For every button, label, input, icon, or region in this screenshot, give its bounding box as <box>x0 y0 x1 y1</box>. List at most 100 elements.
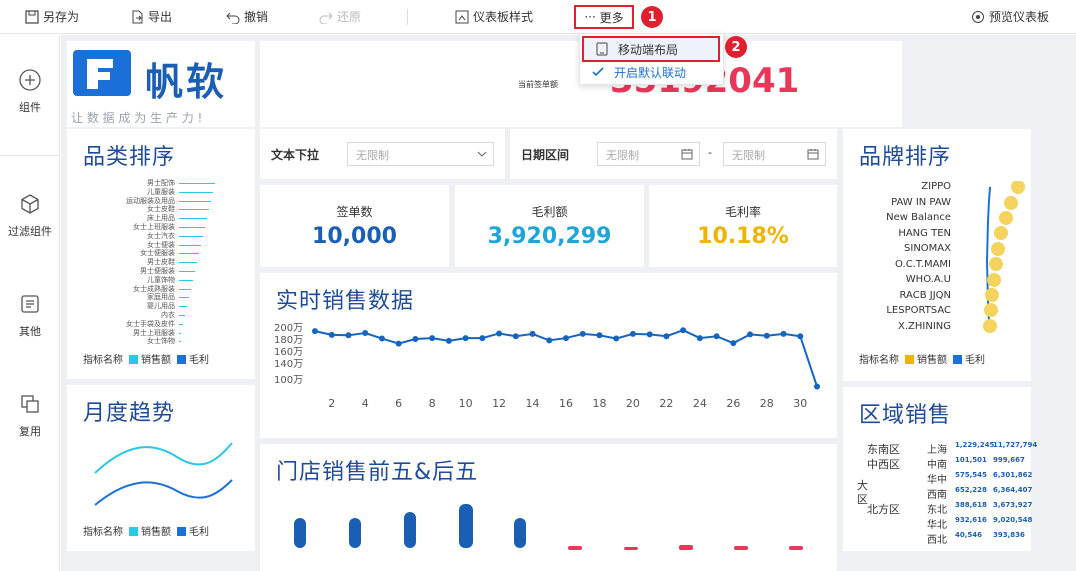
category-bar <box>179 218 207 220</box>
data-point <box>713 333 720 340</box>
reuse-label: 复用 <box>19 425 41 438</box>
components-button[interactable]: 组件 <box>0 69 60 115</box>
save-as-button[interactable]: 另存为 <box>25 8 79 25</box>
brand-sales-dot <box>985 288 999 302</box>
brand-label: PAW IN PAW <box>891 196 951 208</box>
ellipsis-icon: ··· <box>584 10 600 24</box>
dashboard-style-button[interactable]: 仪表板样式 <box>455 8 533 25</box>
export-button[interactable]: 导出 <box>130 8 172 25</box>
category-bar <box>179 341 181 343</box>
brand-label: HANG TEN <box>898 227 951 239</box>
date-start-value: 无限制 <box>606 149 639 162</box>
data-point <box>763 332 770 339</box>
store-bar <box>568 546 582 550</box>
region-value-a: 101,501 <box>955 456 987 464</box>
monthly-title: 月度趋势 <box>83 401 176 426</box>
redo-button[interactable]: 还原 <box>319 8 361 25</box>
region-row: 华北 932,616 9,020,548 <box>867 514 1033 531</box>
category-row: 家庭用品 <box>67 293 255 302</box>
date-end-value: 无限制 <box>732 149 765 162</box>
region-value-b: 6,364,407 <box>993 486 1033 494</box>
text-filter-label: 文本下拉 <box>271 148 320 162</box>
legend-profit: 毛利 <box>177 351 209 366</box>
y-tick-label: 200万 <box>274 323 303 334</box>
data-point <box>613 335 620 342</box>
category-row: 床上用品 <box>67 214 255 223</box>
data-point <box>345 332 352 339</box>
data-point <box>747 331 754 338</box>
monthly-sales-line <box>94 442 233 474</box>
mobile-layout-menu-item[interactable]: 移动端布局 <box>582 36 720 62</box>
left-panel: 组件 过滤组件 其他 复用 <box>0 35 60 571</box>
realtime-title: 实时销售数据 <box>276 289 415 314</box>
legend-title: 指标名称 <box>83 355 123 366</box>
category-row: 女士汽衣 <box>67 232 255 241</box>
more-label: 更多 <box>599 10 624 25</box>
date-filter-card: 日期区间 无限制 - 无限制 <box>510 129 837 179</box>
category-label: 女士汽衣 <box>147 231 175 240</box>
brand-label: SINOMAX <box>904 243 951 254</box>
brand-label: O.C.T.MAMI <box>895 258 951 270</box>
x-tick-label: 2 <box>328 397 335 410</box>
store-bar <box>679 545 693 550</box>
date-filter-label: 日期区间 <box>521 148 570 162</box>
more-button[interactable]: ··· 更多 <box>574 5 634 29</box>
region-sales-card: 区域销售 大区 东南区 上海 1,229,245 11,727,794 中西区 中南 101… <box>843 387 1037 551</box>
category-bar <box>179 271 195 272</box>
date-end-input[interactable]: 无限制 <box>723 142 826 166</box>
kpi-label: 毛利率 <box>724 205 761 219</box>
data-point <box>730 340 737 347</box>
filter-component-button[interactable]: 过滤组件 <box>0 193 60 239</box>
dashboard-style-label: 仪表板样式 <box>473 10 534 24</box>
data-point <box>680 327 687 334</box>
more-menu: 移动端布局 开启默认联动 <box>579 33 724 85</box>
dashboard-canvas: 帆软 让 数 据 成 为 生 产 力 ! 当前签单额 35192041 文本下拉… <box>61 35 1076 571</box>
category-label: 女士手袋及皮件 <box>126 319 175 328</box>
brand-ranking-card: 品牌排序 ZIPPO PAW IN PAW New Balance HANG TEN S… <box>843 129 1031 381</box>
brand-sales-dot <box>999 211 1013 225</box>
preview-icon <box>972 10 984 23</box>
x-tick-label: 4 <box>362 397 369 410</box>
preview-label: 预览仪表板 <box>989 10 1050 24</box>
date-start-input[interactable]: 无限制 <box>597 142 700 166</box>
kpi-label: 毛利额 <box>531 205 568 219</box>
save-icon <box>25 9 39 24</box>
category-label: 婴儿用品 <box>147 302 175 311</box>
category-label: 儿童饰物 <box>147 275 175 284</box>
logo-text: 帆软 <box>145 60 228 104</box>
store-bar <box>789 546 803 550</box>
x-tick-label: 6 <box>395 397 402 410</box>
undo-button[interactable]: 撤销 <box>226 8 268 25</box>
region-row: 西南 652,228 6,364,407 <box>867 484 1033 501</box>
data-point <box>814 383 820 390</box>
data-point <box>596 332 603 339</box>
region-value-a: 40,546 <box>955 531 983 539</box>
category-bar <box>179 235 203 237</box>
x-tick-label: 16 <box>559 397 573 410</box>
data-point <box>362 330 369 336</box>
legend-sales: 销售额 <box>129 351 171 366</box>
reuse-button[interactable]: 复用 <box>0 393 60 439</box>
category-bar <box>179 244 201 246</box>
category-bar <box>179 297 189 299</box>
preview-button[interactable]: 预览仪表板 <box>971 8 1049 25</box>
monthly-trend-chart <box>94 442 233 506</box>
store-title: 门店销售前五&后五 <box>276 460 479 485</box>
panel-divider <box>0 155 60 156</box>
other-button[interactable]: 其他 <box>0 293 60 339</box>
data-point <box>797 333 804 340</box>
mobile-icon <box>596 42 608 56</box>
category-row: 男士皮鞋 <box>67 258 255 267</box>
realtime-sales-card: 实时销售数据 200万 180万 160万 140万 100万 2 4 6 8 10 12 14 16 1… <box>260 273 837 438</box>
category-bar <box>179 191 213 193</box>
monthly-trend-card: 月度趋势 指标名称 销售额 毛利 <box>67 385 255 551</box>
data-point <box>646 331 653 338</box>
category-row: 儿童服装 <box>67 188 255 197</box>
default-linkage-menu-item[interactable]: 开启默认联动 <box>580 60 725 84</box>
brand-sales-dot <box>991 242 1005 256</box>
text-dropdown[interactable]: 无限制 <box>347 142 494 166</box>
region-value-b: 9,020,548 <box>993 516 1033 524</box>
store-bar <box>404 512 416 548</box>
legend-title: 指标名称 <box>83 527 123 538</box>
redo-label: 还原 <box>337 10 362 24</box>
